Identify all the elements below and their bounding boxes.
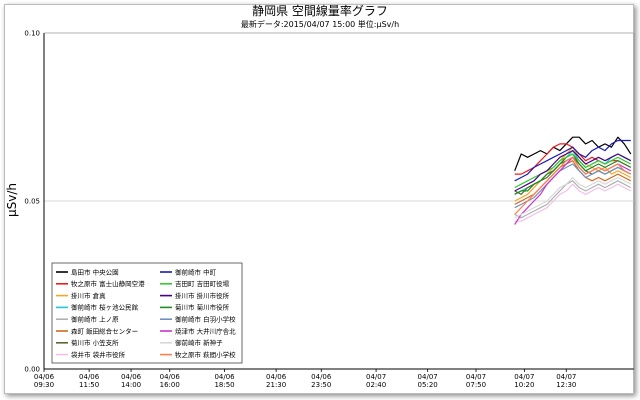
x-tick-date: 04/07 [418, 373, 438, 381]
x-tick-date: 04/07 [556, 373, 576, 381]
x-tick-time: 21:30 [266, 381, 286, 389]
y-axis-label: μSv/h [5, 183, 19, 217]
y-ticks: 0.00 0.05 0.10 [24, 30, 40, 374]
x-tick-time: 02:40 [366, 381, 386, 389]
x-tick-date: 04/06 [79, 373, 100, 381]
x-tick-date: 04/06 [34, 373, 55, 381]
legend-label: 御前崎市 白羽小学校 [175, 315, 236, 324]
y-tick-label: 0.05 [24, 198, 40, 206]
x-tick-date: 04/07 [366, 373, 386, 381]
legend-label: 御前崎市 上ノ原 [71, 315, 119, 324]
x-tick-date: 04/07 [514, 373, 534, 381]
legend-label: 吉田町 吉田町役場 [175, 279, 230, 288]
chart-title: 静岡県 空間線量率グラフ [252, 3, 388, 18]
legend-label: 御前崎市 桜ヶ池公民館 [71, 303, 139, 312]
x-tick-time: 18:50 [214, 381, 234, 389]
legend-label: 菊川市 菊川市役所 [175, 303, 230, 312]
legend-label: 牧之原市 富士山静岡空港 [71, 279, 145, 288]
y-tick-label: 0.00 [24, 366, 40, 374]
x-tick-date: 04/06 [121, 373, 142, 381]
x-tick-time: 09:30 [34, 381, 54, 389]
x-tick-date: 04/06 [160, 373, 181, 381]
x-tick-time: 05:20 [418, 381, 438, 389]
legend-label: 牧之原市 萩間小学校 [175, 350, 236, 359]
x-tick-date: 04/06 [266, 373, 287, 381]
x-tick-time: 10:20 [514, 381, 534, 389]
legend-label: 掛川市 掛川市役所 [175, 291, 230, 300]
x-tick-time: 16:00 [160, 381, 180, 389]
chart-subtitle: 最新データ:2015/04/07 15:00 単位:μSv/h [241, 19, 399, 29]
x-tick-date: 04/07 [466, 373, 486, 381]
legend-label: 焼津市 大井川庁舎北 [175, 326, 236, 335]
x-ticks: 04/0609:3004/0611:5004/0614:0004/0616:00… [34, 369, 576, 389]
x-tick-time: 07:50 [466, 381, 486, 389]
legend-box [51, 262, 243, 364]
series-line [514, 156, 632, 225]
x-tick-time: 23:50 [311, 381, 331, 389]
x-tick-time: 11:50 [79, 381, 99, 389]
legend-label: 森町 飯田総合センター [71, 326, 138, 335]
x-tick-time: 14:00 [121, 381, 141, 389]
x-tick-date: 04/06 [311, 373, 332, 381]
chart-text: 静岡県 空間線量率グラフ 最新データ:2015/04/07 15:00 単位:μ… [5, 3, 399, 217]
x-tick-date: 04/06 [214, 373, 235, 381]
x-tick-time: 12:30 [556, 381, 576, 389]
y-tick-label: 0.10 [24, 30, 40, 38]
chart-svg: 静岡県 空間線量率グラフ 最新データ:2015/04/07 15:00 単位:μ… [5, 3, 635, 389]
legend-label: 御前崎市 中町 [175, 267, 217, 276]
legend-label: 掛川市 倉真 [71, 291, 106, 300]
legend-label: 菊川市 小笠支所 [71, 338, 119, 347]
legend-label: 御前崎市 新神子 [175, 338, 223, 347]
legend-label: 島田市 中央公園 [71, 267, 119, 276]
legend-label: 袋井市 袋井市役所 [71, 350, 126, 359]
legend: 島田市 中央公園牧之原市 富士山静岡空港掛川市 倉真御前崎市 桜ヶ池公民館御前崎… [51, 262, 243, 364]
series-lines [514, 136, 632, 225]
